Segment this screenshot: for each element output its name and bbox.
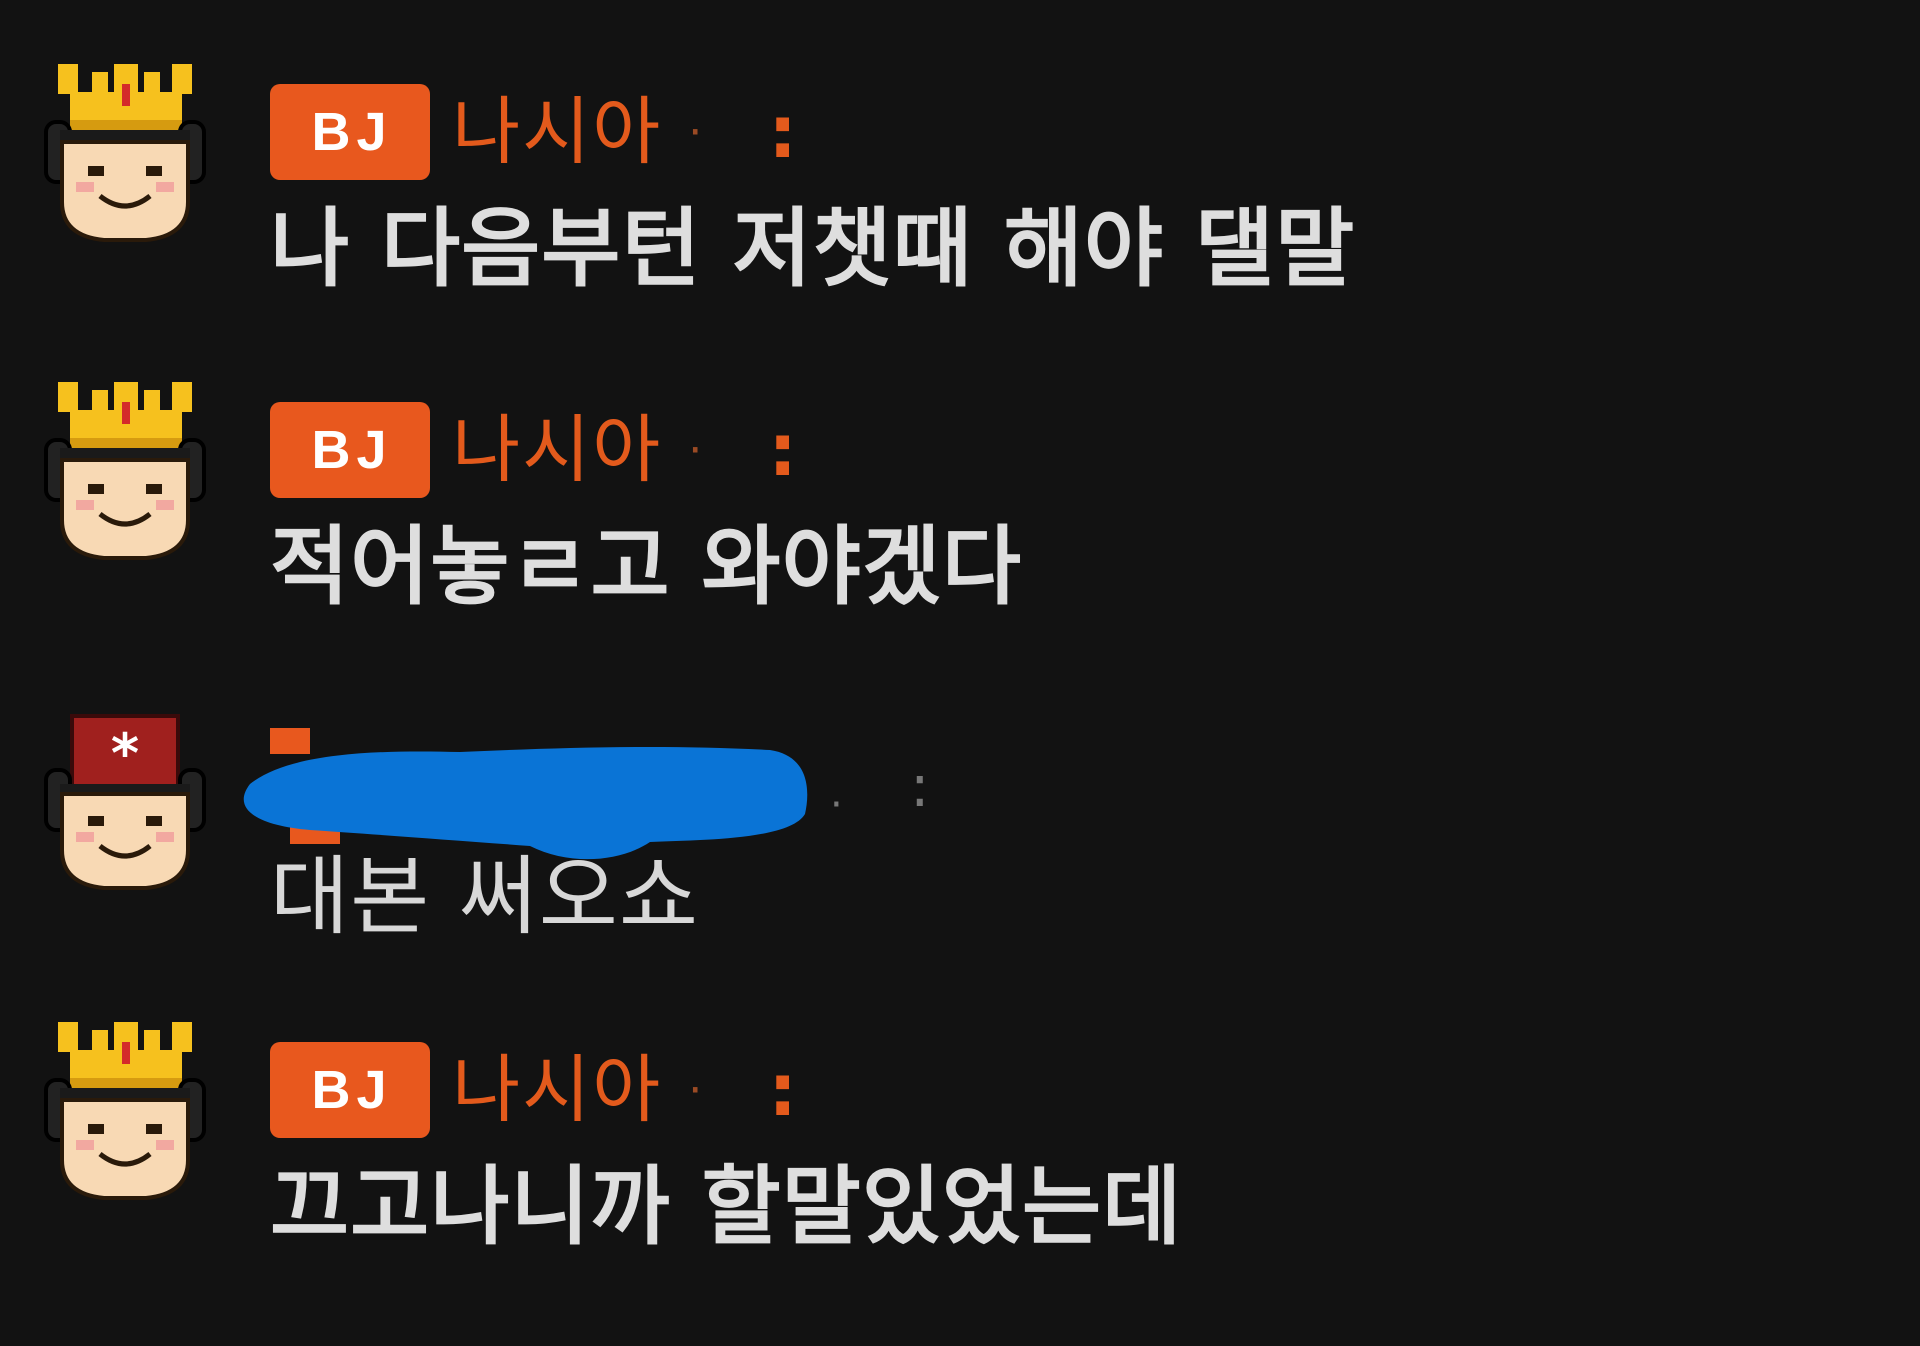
crown-avatar-icon: [42, 64, 208, 244]
message-text: 대본 써오쇼: [270, 847, 699, 947]
crown-avatar-icon: [42, 1022, 208, 1202]
message-text: 적어놓ㄹ고 와야겠다: [270, 517, 1023, 617]
message-text: 나 다음부턴 저챗때 해야 댈말: [270, 199, 1356, 299]
nickname[interactable]: 나시아: [452, 82, 662, 182]
separator-dot: ·: [688, 424, 703, 476]
message-text: 끄고나니까 할말있었는데: [270, 1157, 1183, 1257]
colon: :: [768, 1048, 798, 1132]
chat-message: BJ 나시아 · : 나 다음부턴 저챗때 해야 댈말: [0, 64, 1920, 364]
chat-list: BJ 나시아 · : 나 다음부턴 저챗때 해야 댈말 BJ 나시아 ·: 적…: [0, 0, 1920, 1346]
colon: :: [768, 408, 798, 492]
previous-message-cutoff: [270, 0, 550, 12]
svg-text:*: *: [111, 722, 139, 785]
manager-avatar-icon: *: [42, 712, 208, 892]
separator-dot: ·: [830, 782, 843, 828]
message-header: BJ 나시아 · :: [270, 82, 797, 182]
chat-message: BJ 나시아 · : 끄고나니까 할말있었는데: [0, 1022, 1920, 1322]
bj-badge: BJ: [270, 84, 430, 180]
nickname[interactable]: 나시아: [452, 400, 662, 500]
nickname[interactable]: 나시아: [452, 1040, 662, 1140]
separator-dot: ·: [688, 106, 703, 158]
chat-message: * · : 대본 써오쇼: [0, 712, 1920, 1012]
colon: :: [910, 752, 930, 820]
bj-badge: BJ: [270, 402, 430, 498]
separator-dot: ·: [688, 1064, 703, 1116]
colon: :: [768, 90, 798, 174]
bj-badge: BJ: [270, 1042, 430, 1138]
message-header: BJ 나시아 · :: [270, 400, 797, 500]
chat-message: BJ 나시아 · : 적어놓ㄹ고 와야겠다: [0, 382, 1920, 682]
crown-avatar-icon: [42, 382, 208, 562]
message-header: BJ 나시아 · :: [270, 1040, 797, 1140]
